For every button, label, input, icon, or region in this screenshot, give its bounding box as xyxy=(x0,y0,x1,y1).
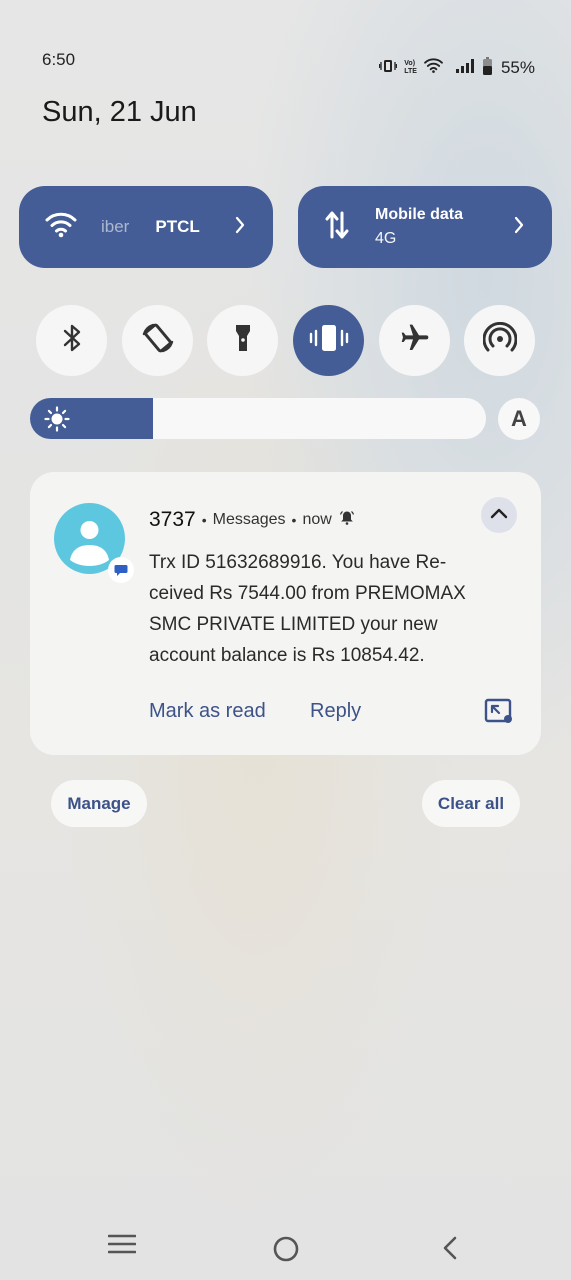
status-time: 6:50 xyxy=(42,50,76,69)
mobile-data-title: Mobile data xyxy=(375,206,464,223)
airplane-icon xyxy=(399,322,431,359)
auto-rotate-toggle[interactable] xyxy=(122,305,193,376)
status-icons: Vo) LTE 55% xyxy=(379,56,535,80)
wifi-ssid-faded: iber xyxy=(101,217,130,236)
mobile-data-subtitle: 4G xyxy=(375,230,397,247)
airplane-mode-toggle[interactable] xyxy=(379,305,450,376)
date-label: Sun, 21 Jun xyxy=(42,96,197,128)
wifi-tile[interactable]: iber PTCL xyxy=(19,186,273,268)
chevron-right-icon[interactable] xyxy=(514,216,524,239)
battery-percent: 55% xyxy=(500,58,535,77)
brightness-slider[interactable] xyxy=(30,398,486,439)
chevron-right-icon[interactable] xyxy=(235,216,245,239)
battery-icon xyxy=(482,56,492,80)
mobile-data-text: Mobile data 4G xyxy=(375,206,463,248)
auto-brightness-button[interactable]: A xyxy=(498,398,540,440)
separator-dot: • xyxy=(201,512,207,528)
back-nav-icon[interactable] xyxy=(441,1236,459,1265)
hotspot-toggle[interactable] xyxy=(464,305,535,376)
wifi-icon xyxy=(424,58,443,78)
vibrate-icon xyxy=(309,323,349,358)
bluetooth-icon xyxy=(61,323,83,358)
manage-button[interactable]: Manage xyxy=(51,780,147,827)
volte-icon: Vo) LTE xyxy=(404,60,417,76)
collapse-button[interactable] xyxy=(481,497,517,533)
volte-label-top: Vo) xyxy=(404,60,416,67)
vibrate-toggle[interactable] xyxy=(293,305,364,376)
separator-dot: • xyxy=(291,512,297,528)
wifi-icon xyxy=(45,212,77,243)
notification-sender: 3737 xyxy=(149,508,196,531)
reply-button[interactable]: Reply xyxy=(310,700,361,723)
hotspot-icon xyxy=(482,321,517,359)
notification-time: now xyxy=(302,511,332,528)
mobile-data-tile[interactable]: Mobile data 4G xyxy=(298,186,552,268)
vibrate-icon xyxy=(379,59,398,78)
messages-app-badge-icon xyxy=(108,557,134,583)
bluetooth-toggle[interactable] xyxy=(36,305,107,376)
volte-label-bottom: LTE xyxy=(404,68,417,75)
wifi-ssid: PTCL xyxy=(155,217,200,236)
recents-nav-icon[interactable] xyxy=(107,1233,137,1260)
home-nav-icon[interactable] xyxy=(272,1235,300,1268)
sun-icon xyxy=(44,406,70,437)
rotate-icon xyxy=(140,320,176,361)
open-in-window-icon[interactable] xyxy=(484,698,514,729)
flashlight-toggle[interactable] xyxy=(207,305,278,376)
clear-all-button[interactable]: Clear all xyxy=(422,780,520,827)
notification-app-name: Messages xyxy=(212,511,286,528)
signal-icon xyxy=(455,58,476,78)
data-arrows-icon xyxy=(324,210,350,245)
mark-as-read-button[interactable]: Mark as read xyxy=(149,700,266,723)
alert-bell-icon xyxy=(339,510,355,530)
notification-header: 3737 • Messages • now xyxy=(149,508,355,532)
notification-body: Trx ID 51632689916. You have Re-ceived R… xyxy=(149,552,466,666)
chevron-up-icon xyxy=(490,506,508,524)
flashlight-icon xyxy=(233,322,253,359)
